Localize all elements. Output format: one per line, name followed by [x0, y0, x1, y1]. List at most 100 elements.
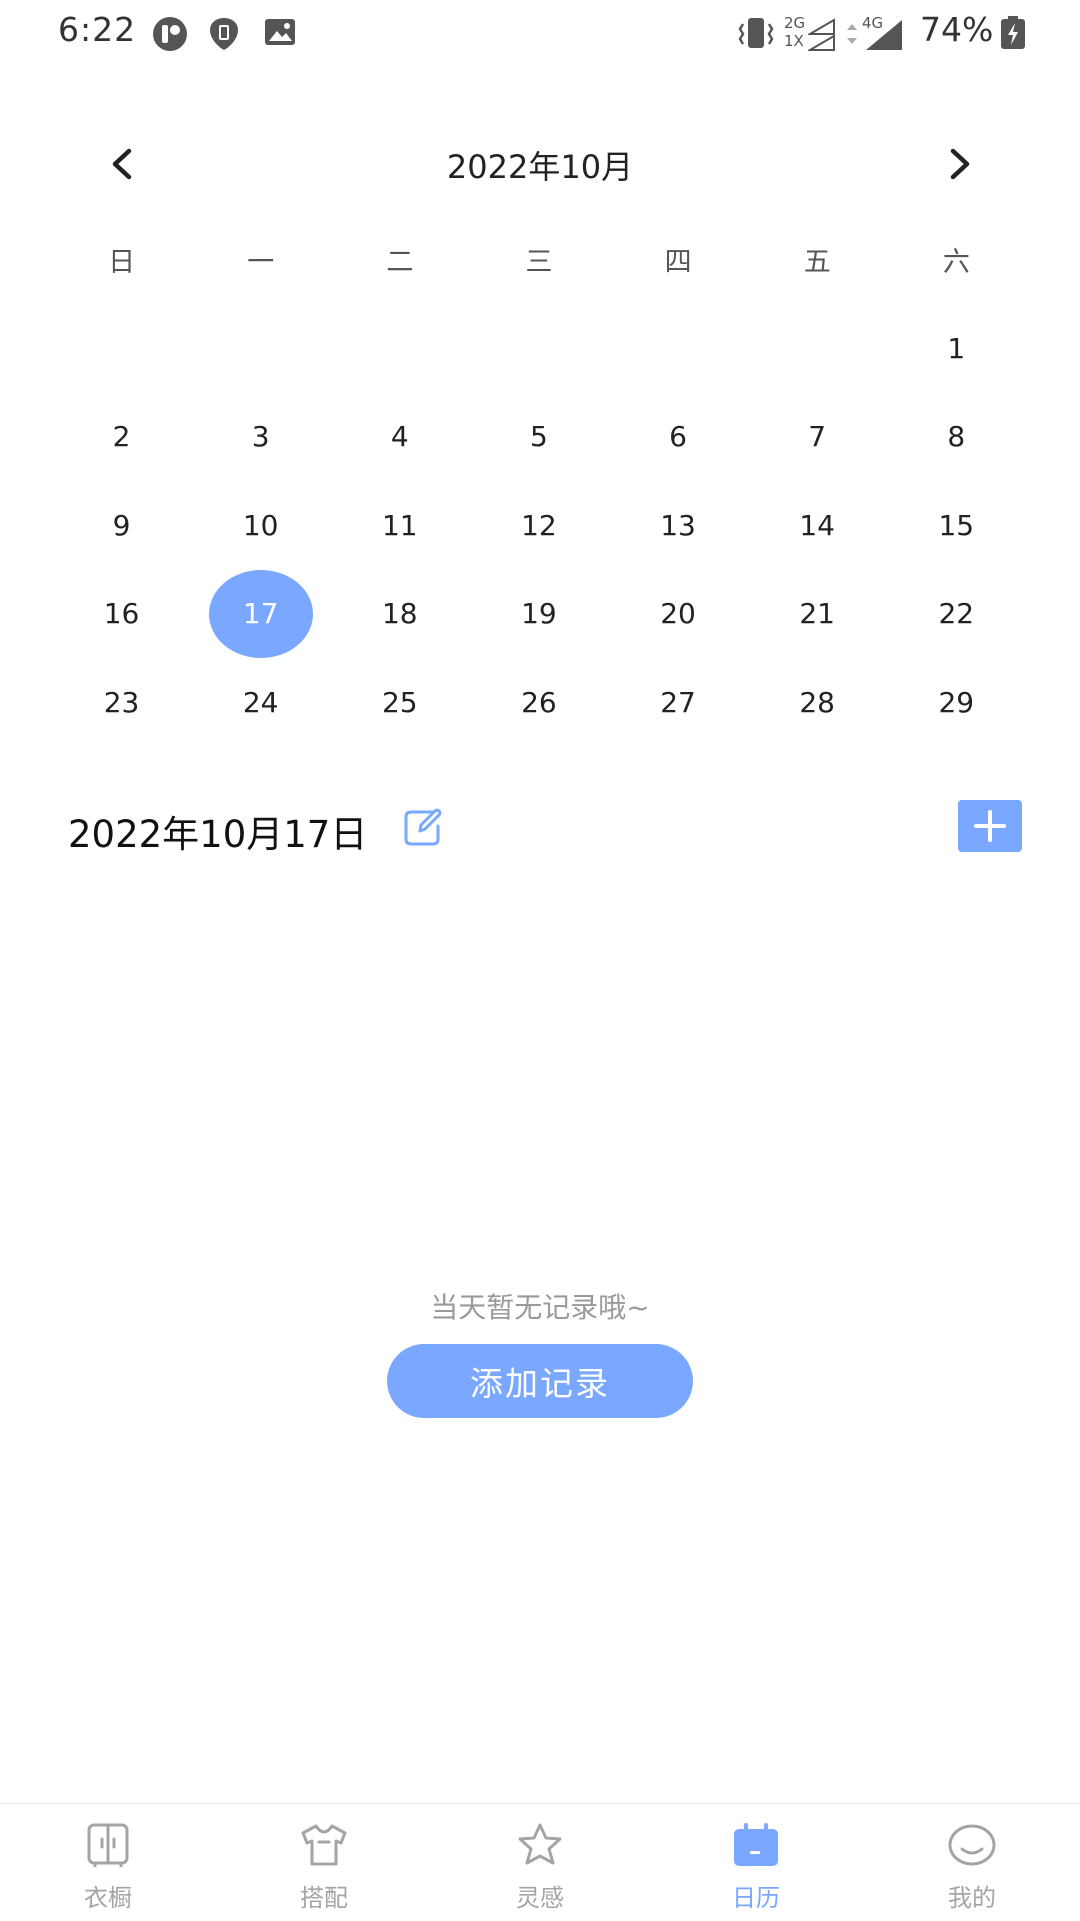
user-circle-icon [153, 17, 187, 51]
star-icon [518, 1823, 562, 1865]
day-cell[interactable]: 3 [191, 393, 330, 482]
calendar-header: 2022年10月 [0, 128, 1080, 198]
day-cell[interactable]: 15 [887, 481, 1026, 570]
selected-date-label: 2022年10月17日 [68, 813, 368, 856]
day-number: 6 [669, 420, 687, 454]
day-cell[interactable]: 7 [748, 393, 887, 482]
weekday-tue: 二 [386, 247, 414, 278]
day-cell[interactable]: 23 [52, 658, 191, 747]
day-number: 23 [103, 685, 140, 719]
day-number: 12 [521, 508, 557, 542]
day-cell[interactable]: 18 [330, 570, 469, 659]
tab-label: 衣橱 [84, 1884, 132, 1912]
day-number: 10 [242, 508, 279, 542]
day-number: 9 [112, 508, 131, 542]
add-record-square-button[interactable] [958, 800, 1022, 852]
weekday-wed: 三 [525, 247, 553, 278]
day-number: 16 [103, 597, 140, 631]
month-title: 2022年10月 [446, 148, 634, 186]
day-number: 22 [938, 597, 975, 631]
day-cell[interactable]: 13 [609, 481, 748, 570]
day-cell[interactable]: 29 [887, 658, 1026, 747]
day-cell-empty [609, 304, 748, 393]
tab-profile[interactable]: 我的 [864, 1804, 1080, 1921]
day-cell-selected[interactable]: 17 [191, 569, 330, 659]
day-cell[interactable]: 2 [52, 393, 191, 482]
plus-icon [974, 810, 1006, 842]
bottom-tab-bar: 衣橱 搭配 灵感 日历 我的 [0, 1803, 1080, 1921]
day-number: 18 [381, 597, 418, 631]
day-number: 15 [938, 508, 975, 542]
day-cell[interactable]: 9 [52, 481, 191, 570]
day-cell[interactable]: 5 [469, 393, 608, 482]
image-icon [265, 19, 295, 45]
day-number: 27 [660, 685, 696, 719]
day-number: 24 [242, 685, 279, 719]
weekday-thu: 四 [664, 247, 692, 278]
day-number: 13 [660, 508, 696, 542]
day-cell-empty [748, 304, 887, 393]
wardrobe-icon [87, 1823, 129, 1867]
day-cell[interactable]: 11 [330, 481, 469, 570]
day-cell-empty [52, 304, 191, 393]
day-cell[interactable]: 4 [330, 393, 469, 482]
tab-label: 搭配 [300, 1884, 348, 1912]
day-cell[interactable]: 28 [748, 658, 887, 747]
status-bar: 6:22 2G 1X 4G 74% [0, 0, 1080, 66]
day-number: 8 [947, 420, 966, 454]
day-cell[interactable]: 20 [609, 570, 748, 659]
tab-inspiration[interactable]: 灵感 [432, 1804, 648, 1921]
day-number: 2 [112, 420, 131, 454]
day-number: 11 [381, 508, 418, 542]
day-cell[interactable]: 6 [609, 393, 748, 482]
day-number: 26 [521, 685, 557, 719]
edit-note-icon[interactable] [402, 806, 444, 848]
tab-label: 我的 [948, 1884, 996, 1912]
day-cell[interactable]: 24 [191, 658, 330, 747]
day-number: 1 [947, 331, 966, 365]
day-number: 3 [251, 420, 270, 454]
day-cell[interactable]: 8 [887, 393, 1026, 482]
day-cell[interactable]: 14 [748, 481, 887, 570]
day-cell[interactable]: 25 [330, 658, 469, 747]
status-time: 6:22 [58, 10, 137, 49]
weekday-mon: 一 [247, 247, 275, 278]
day-number: 29 [938, 685, 975, 719]
day-cell[interactable]: 19 [469, 570, 608, 659]
vibrate-icon [738, 18, 774, 48]
tab-calendar[interactable]: 日历 [648, 1804, 864, 1921]
shirt-icon [301, 1824, 347, 1866]
tab-wardrobe[interactable]: 衣橱 [0, 1804, 216, 1921]
shield-icon [210, 18, 238, 50]
day-cell[interactable]: 10 [191, 481, 330, 570]
day-cell[interactable]: 12 [469, 481, 608, 570]
day-number: 21 [799, 597, 835, 631]
day-number: 14 [799, 508, 835, 542]
empty-state-message: 当天暂无记录哦~ [430, 1291, 650, 1324]
day-cell[interactable]: 1 [887, 304, 1026, 393]
tab-label: 灵感 [516, 1884, 564, 1912]
day-cell-empty [191, 304, 330, 393]
weekday-fri: 五 [803, 247, 831, 278]
tab-outfit[interactable]: 搭配 [216, 1804, 432, 1921]
weekday-sun: 日 [108, 247, 136, 278]
next-month-button[interactable] [932, 136, 988, 192]
day-cell[interactable]: 16 [52, 570, 191, 659]
weekday-sat: 六 [942, 247, 970, 278]
day-number: 25 [381, 685, 418, 719]
day-cell-empty [469, 304, 608, 393]
day-cell-empty [330, 304, 469, 393]
day-number: 28 [799, 685, 835, 719]
day-cell[interactable]: 22 [887, 570, 1026, 659]
weekday-row: 日 一 二 三 四 五 六 [52, 240, 1026, 288]
add-record-button[interactable]: 添加记录 [387, 1344, 693, 1418]
selected-date-row: 2022年10月17日 [0, 796, 1080, 860]
calendar-days-grid: 1 2 3 4 5 6 7 8 9 10 11 12 13 14 15 16 17 18 19 20 21 22 23 24 2… [52, 304, 1026, 747]
day-cell[interactable]: 26 [469, 658, 608, 747]
prev-month-button[interactable] [94, 136, 150, 192]
day-cell[interactable]: 27 [609, 658, 748, 747]
day-number: 4 [390, 420, 409, 454]
tab-label: 日历 [732, 1884, 780, 1912]
day-number: 7 [808, 420, 827, 454]
day-cell[interactable]: 21 [748, 570, 887, 659]
